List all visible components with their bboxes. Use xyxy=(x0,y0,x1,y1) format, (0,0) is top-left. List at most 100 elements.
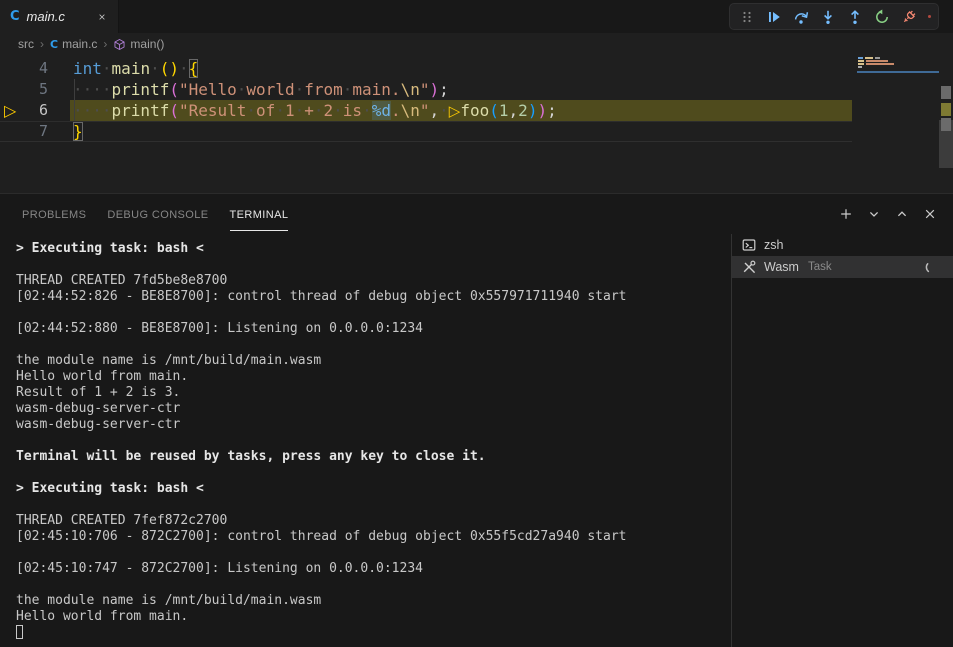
line-text: ····printf("Hello·world·from·main.\n"); xyxy=(73,79,449,100)
overview-mark-debug xyxy=(941,103,951,116)
spinner-icon xyxy=(923,259,939,275)
minimap-code-line xyxy=(858,60,864,62)
minimap-code-line xyxy=(865,57,873,59)
terminal-cursor xyxy=(16,625,23,639)
terminal-line: Terminal will be reused by tasks, press … xyxy=(16,449,731,465)
minimap-highlight-line xyxy=(857,71,939,73)
terminal-line: wasm-debug-server-ctr xyxy=(16,417,731,433)
terminal-line: [02:45:10:706 - 872C2700]: control threa… xyxy=(16,529,731,545)
panel-tab-terminal[interactable]: TERMINAL xyxy=(230,197,289,231)
terminal-line xyxy=(16,465,731,481)
panel-tab-problems[interactable]: PROBLEMS xyxy=(22,197,86,231)
step-out-button[interactable] xyxy=(845,7,865,27)
step-into-button[interactable] xyxy=(818,7,838,27)
overview-mark xyxy=(941,86,951,99)
bottom-panel: PROBLEMS DEBUG CONSOLE TERMINAL > Executin… xyxy=(0,193,953,647)
minimap-code-line xyxy=(858,66,862,68)
terminal-list: zsh Wasm Task xyxy=(731,234,953,647)
tab-main-c[interactable]: C main.c xyxy=(0,0,119,33)
line-number: 7 xyxy=(0,121,48,142)
minimap-code-line xyxy=(875,57,880,59)
breadcrumb: src › Cmain.c › main() xyxy=(0,33,953,55)
breadcrumb-item-src[interactable]: src xyxy=(18,37,34,51)
editor-scrollbar[interactable] xyxy=(939,55,953,193)
code-editor[interactable]: 4 int·main·()·{ 5 ····printf("Hello·world·f… xyxy=(0,55,953,193)
gripper-button xyxy=(737,7,757,27)
breadcrumb-item-main-c[interactable]: Cmain.c xyxy=(50,37,97,51)
continue-button[interactable] xyxy=(764,7,784,27)
tab-close-icon[interactable] xyxy=(94,9,110,25)
breadcrumb-item-main-[interactable]: main() xyxy=(113,37,164,51)
minimap-code-line xyxy=(858,57,863,59)
terminal-list-item-zsh[interactable]: zsh xyxy=(732,234,953,256)
minimap[interactable] xyxy=(857,55,939,193)
c-file-icon: C xyxy=(50,38,58,51)
symbol-method-icon xyxy=(113,38,126,51)
disconnect-button[interactable] xyxy=(899,7,919,27)
terminal-line xyxy=(16,257,731,273)
tab-label: main.c xyxy=(27,9,65,24)
maximize-panel-button[interactable] xyxy=(891,203,913,225)
step-over-button[interactable] xyxy=(791,7,811,27)
breadcrumb-separator: › xyxy=(40,37,44,51)
terminal-line: the module name is /mnt/build/main.wasm xyxy=(16,593,731,609)
terminal-task-badge: Task xyxy=(808,261,832,273)
new-terminal-button[interactable] xyxy=(835,203,857,225)
panel-tab-debug-console[interactable]: DEBUG CONSOLE xyxy=(107,197,208,231)
terminal-line: the module name is /mnt/build/main.wasm xyxy=(16,353,731,369)
terminal-line: Hello world from main. xyxy=(16,369,731,385)
line-text: } xyxy=(73,121,83,142)
panel-actions xyxy=(835,203,941,225)
code-line-5[interactable]: 5 ····printf("Hello·world·from·main.\n"); xyxy=(0,79,857,100)
terminal-line xyxy=(16,337,731,353)
terminal-line xyxy=(16,545,731,561)
terminal-line xyxy=(16,577,731,593)
line-number: 5 xyxy=(0,79,48,100)
vscode-window: C main.c src › Cmain.c › main() 4 int·main·()… xyxy=(0,0,953,647)
terminal-line xyxy=(16,305,731,321)
panel-body: > Executing task: bash < THREAD CREATED … xyxy=(0,234,953,647)
tools-icon xyxy=(741,259,757,275)
breadcrumb-label: main.c xyxy=(62,37,97,51)
terminal-line: Hello world from main. xyxy=(16,609,731,625)
panel-tabs: PROBLEMS DEBUG CONSOLE TERMINAL xyxy=(22,197,288,231)
overview-mark xyxy=(941,118,951,131)
terminal-line: wasm-debug-server-ctr xyxy=(16,401,731,417)
terminal-line: [02:44:52:880 - BE8E8700]: Listening on … xyxy=(16,321,731,337)
terminal-dropdown-button[interactable] xyxy=(863,203,885,225)
notification-dot xyxy=(928,15,931,18)
terminal-name: Wasm xyxy=(764,260,799,274)
terminal-line: THREAD CREATED 7fef872c2700 xyxy=(16,513,731,529)
panel-header: PROBLEMS DEBUG CONSOLE TERMINAL xyxy=(0,194,953,234)
line-text: int·main·()·{ xyxy=(73,58,198,79)
terminal-line: > Executing task: bash < xyxy=(16,481,731,497)
minimap-code-line xyxy=(858,63,864,65)
terminal-icon xyxy=(741,237,757,253)
debug-toolbar xyxy=(729,3,939,30)
line-text: ····printf("Result·of·1·+·2·is·%d.\n",·▷… xyxy=(73,100,557,121)
breadcrumb-label: main() xyxy=(130,37,164,51)
breadcrumb-separator: › xyxy=(103,37,107,51)
c-file-icon: C xyxy=(10,9,20,24)
terminal-list-item-wasm[interactable]: Wasm Task xyxy=(732,256,953,278)
tab-bar: C main.c xyxy=(0,0,953,33)
minimap-code-line xyxy=(866,63,894,65)
close-panel-button[interactable] xyxy=(919,203,941,225)
minimap-code-line xyxy=(866,60,888,62)
line-number: 4 xyxy=(0,58,48,79)
debug-execution-arrow-icon: ▷ xyxy=(4,100,16,121)
breadcrumb-label: src xyxy=(18,37,34,51)
code-line-6[interactable]: 6····printf("Result·of·1·+·2·is·%d.\n",·… xyxy=(0,100,857,121)
terminal-name: zsh xyxy=(764,238,783,252)
terminal-line: Result of 1 + 2 is 3. xyxy=(16,385,731,401)
restart-button[interactable] xyxy=(872,7,892,27)
terminal-output[interactable]: > Executing task: bash < THREAD CREATED … xyxy=(0,234,731,647)
terminal-line: THREAD CREATED 7fd5be8e8700 xyxy=(16,273,731,289)
code-line-4[interactable]: 4 int·main·()·{ xyxy=(0,58,857,79)
terminal-line xyxy=(16,497,731,513)
terminal-line: > Executing task: bash < xyxy=(16,241,731,257)
terminal-line: [02:45:10:747 - 872C2700]: Listening on … xyxy=(16,561,731,577)
code-lines: 4 int·main·()·{ 5 ····printf("Hello·world·f… xyxy=(0,58,857,142)
terminal-line: [02:44:52:826 - BE8E8700]: control threa… xyxy=(16,289,731,305)
code-line-7[interactable]: 7} xyxy=(0,121,857,142)
